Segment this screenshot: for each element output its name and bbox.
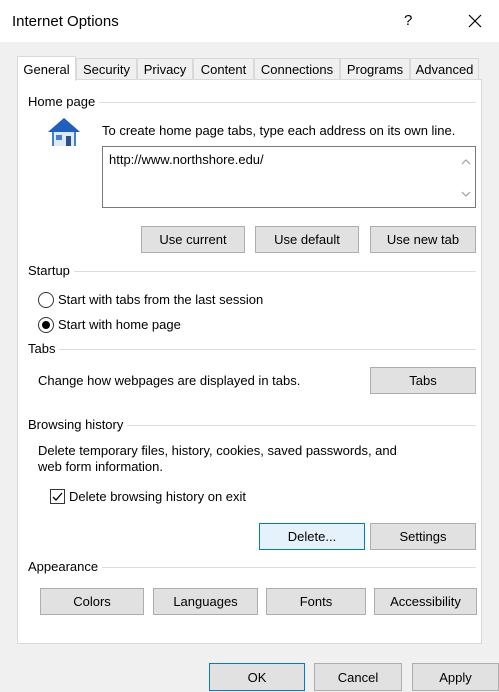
- home-page-address-textarea[interactable]: http://www.northshore.edu/: [102, 146, 476, 208]
- close-icon: [468, 14, 482, 28]
- home-icon: [48, 118, 80, 146]
- startup-group-label: Startup: [28, 263, 74, 278]
- delete-on-exit-label[interactable]: Delete browsing history on exit: [69, 489, 246, 505]
- accessibility-button[interactable]: Accessibility: [374, 588, 477, 615]
- history-settings-button[interactable]: Settings: [370, 523, 476, 550]
- ok-button[interactable]: OK: [209, 663, 305, 691]
- languages-button[interactable]: Languages: [153, 588, 258, 615]
- home-page-instructions: To create home page tabs, type each addr…: [102, 123, 456, 138]
- tabs-description: Change how webpages are displayed in tab…: [38, 373, 301, 388]
- startup-home-page-label[interactable]: Start with home page: [58, 317, 181, 333]
- title-bar: Internet Options ?: [0, 0, 499, 42]
- tab-privacy[interactable]: Privacy: [137, 58, 193, 80]
- scroll-down-icon[interactable]: [461, 191, 471, 197]
- use-current-button[interactable]: Use current: [141, 226, 245, 253]
- tab-content[interactable]: Content: [193, 58, 254, 80]
- browsing-history-description-2: web form information.: [38, 459, 163, 474]
- cancel-button[interactable]: Cancel: [314, 663, 402, 691]
- appearance-group-label: Appearance: [28, 559, 103, 574]
- tab-programs[interactable]: Programs: [340, 58, 410, 80]
- home-page-address-value: http://www.northshore.edu/: [109, 152, 264, 167]
- use-default-button[interactable]: Use default: [255, 226, 359, 253]
- tabs-group-label: Tabs: [28, 341, 60, 356]
- delete-history-button[interactable]: Delete...: [259, 523, 365, 550]
- startup-divider: [28, 271, 476, 272]
- general-tab-panel: Home page To create home page tabs, type…: [17, 79, 482, 644]
- home-page-group-label: Home page: [28, 94, 100, 109]
- browsing-history-group-label: Browsing history: [28, 417, 128, 432]
- close-button[interactable]: [458, 6, 492, 36]
- help-button[interactable]: ?: [404, 12, 412, 29]
- checkmark-icon: [52, 492, 63, 501]
- tab-advanced[interactable]: Advanced: [410, 58, 479, 80]
- tab-connections[interactable]: Connections: [254, 58, 340, 80]
- browsing-history-description-1: Delete temporary files, history, cookies…: [38, 443, 397, 458]
- window-title: Internet Options: [12, 13, 119, 30]
- tabs-settings-button[interactable]: Tabs: [370, 367, 476, 394]
- scroll-up-icon[interactable]: [461, 159, 471, 165]
- startup-last-session-label[interactable]: Start with tabs from the last session: [58, 292, 263, 308]
- use-new-tab-button[interactable]: Use new tab: [370, 226, 476, 253]
- startup-last-session-radio[interactable]: [38, 292, 54, 308]
- fonts-button[interactable]: Fonts: [266, 588, 366, 615]
- tab-security[interactable]: Security: [76, 58, 137, 80]
- colors-button[interactable]: Colors: [40, 588, 144, 615]
- apply-button[interactable]: Apply: [412, 663, 499, 691]
- tab-general[interactable]: General: [17, 56, 76, 81]
- tabs-divider: [28, 349, 476, 350]
- delete-on-exit-checkbox[interactable]: [50, 489, 65, 504]
- startup-home-page-radio[interactable]: [38, 317, 54, 333]
